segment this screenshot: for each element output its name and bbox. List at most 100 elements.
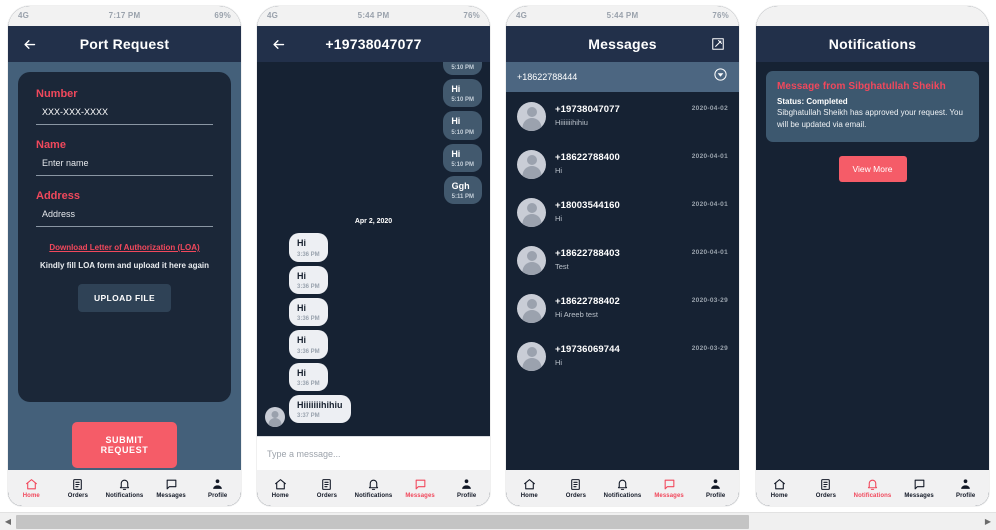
profile-icon (959, 478, 972, 491)
nav-item-profile[interactable]: Profile (443, 478, 490, 499)
nav-item-profile[interactable]: Profile (692, 478, 739, 499)
home-icon (773, 478, 786, 491)
notification-title: Message from Sibghatullah Sheikh (777, 81, 946, 92)
chat-bubble-clipped: 5:10 PM (443, 62, 482, 75)
nav-item-messages[interactable]: Messages (646, 478, 693, 499)
message-item-number: +18622788403 (555, 248, 620, 259)
message-item-preview: Hi (555, 214, 563, 223)
message-list-item[interactable]: +18622788400 Hi 2020-04-01 (506, 140, 739, 188)
address-input[interactable]: Address (36, 209, 213, 227)
home-icon (274, 478, 287, 491)
field-label: Name (36, 139, 66, 151)
message-list-item[interactable]: +18622788402 Hi Areeb test 2020-03-29 (506, 284, 739, 332)
scrollbar-thumb[interactable] (16, 514, 749, 529)
nav-item-profile[interactable]: Profile (942, 478, 989, 499)
nav-item-orders[interactable]: Orders (55, 478, 102, 499)
nav-item-notifications[interactable]: Notifications (350, 478, 397, 499)
status-bar: 4G 5:44 PM 76% (257, 6, 490, 26)
horizontal-scrollbar[interactable]: ◀ ▶ (0, 512, 996, 530)
avatar (517, 150, 546, 179)
nav-item-messages[interactable]: Messages (397, 478, 444, 499)
submit-request-button[interactable]: SUBMIT REQUEST (72, 422, 177, 468)
nav-item-notifications[interactable]: Notifications (101, 478, 148, 499)
nav-label: Orders (565, 492, 587, 499)
chat-bubble-row-out: Hi 5:10 PM (265, 143, 482, 176)
scroll-right-arrow-icon[interactable]: ▶ (980, 513, 996, 530)
chat-bubble-out: Hi 5:10 PM (443, 143, 482, 173)
back-arrow-icon[interactable] (20, 35, 38, 53)
message-item-number: +18622788400 (555, 152, 620, 163)
bubble-time: 5:10 PM (451, 162, 474, 169)
message-list-item[interactable]: +18622788403 Test 2020-04-01 (506, 236, 739, 284)
bottom-nav: Home Orders Notifications Messages Profi… (8, 470, 241, 506)
avatar (517, 198, 546, 227)
message-input-placeholder[interactable]: Type a message... (267, 449, 341, 459)
nav-item-home[interactable]: Home (8, 478, 55, 499)
chat-message-list[interactable]: 5:10 PM Hi 5:10 PM Hi 5:10 PM Hi 5:10 PM… (257, 62, 490, 436)
orders-icon (71, 478, 84, 491)
message-item-number: +18003544160 (555, 200, 620, 211)
scroll-left-arrow-icon[interactable]: ◀ (0, 513, 16, 530)
notification-card[interactable]: Message from Sibghatullah Sheikh Status:… (766, 71, 979, 143)
field-label: Address (36, 190, 81, 202)
nav-label: Profile (955, 492, 976, 499)
chat-contact-number: +19738047077 (325, 36, 422, 52)
back-arrow-icon[interactable] (269, 35, 287, 53)
app-bar-spacer (211, 35, 229, 53)
chat-bubble-out: Hi 5:10 PM (443, 79, 482, 108)
notification-body: Sibghatullah Sheikh has approved your re… (777, 108, 963, 129)
nav-label: Orders (815, 492, 837, 499)
nav-item-home[interactable]: Home (257, 478, 304, 499)
message-composer[interactable]: Type a message... (257, 436, 490, 470)
chat-bubble-row-in: Hi 3:36 PM (265, 233, 482, 265)
message-item-preview: Hi (555, 358, 563, 367)
app-bar: +19738047077 (257, 26, 490, 62)
nav-label: Notifications (105, 492, 144, 499)
status-bar: 4G 7:17 PM 69% (8, 6, 241, 26)
message-list-item[interactable]: +18003544160 Hi 2020-04-01 (506, 188, 739, 236)
bubble-time: 3:37 PM (297, 413, 320, 420)
nav-label: Messages (156, 492, 186, 499)
chat-bubble-row-in: Hiiiiiiihihiu 3:37 PM (265, 395, 482, 428)
message-list-item[interactable]: +19738047077 Hiiiiiiihihiu 2020-04-02 (506, 92, 739, 140)
compose-icon[interactable] (709, 35, 727, 53)
nav-item-home[interactable]: Home (506, 478, 553, 499)
home-icon (523, 478, 536, 491)
avatar (517, 102, 546, 131)
chevron-down-circle-icon[interactable] (713, 67, 728, 87)
bell-icon (866, 478, 879, 491)
phone-port-request: 4G 7:17 PM 69% Port Request Number XXX-X… (8, 6, 241, 506)
nav-item-orders[interactable]: Orders (803, 478, 850, 499)
nav-item-profile[interactable]: Profile (194, 478, 241, 499)
number-input[interactable]: XXX-XXX-XXXX (36, 107, 213, 125)
message-item-main: +18622788400 Hi (555, 150, 683, 175)
name-input[interactable]: Enter name (36, 158, 213, 176)
scrollbar-track[interactable] (16, 513, 980, 530)
view-more-button[interactable]: View More (838, 156, 907, 183)
chat-bubble-row-in: Hi 3:36 PM (265, 265, 482, 298)
nav-label: Notifications (603, 492, 642, 499)
page-title: Port Request (79, 36, 170, 52)
bubble-text: Hi (297, 270, 306, 281)
nav-label: Orders (67, 492, 89, 499)
nav-item-messages[interactable]: Messages (896, 478, 943, 499)
field-name: Name Enter name (36, 139, 213, 176)
nav-label: Messages (904, 492, 934, 499)
message-item-main: +19736069744 Hi (555, 342, 683, 367)
bubble-time: 3:36 PM (297, 381, 320, 388)
nav-item-messages[interactable]: Messages (148, 478, 195, 499)
nav-item-notifications[interactable]: Notifications (849, 478, 896, 499)
message-item-date: 2020-04-01 (691, 201, 728, 208)
number-selector[interactable]: +18622788444 (506, 62, 739, 92)
upload-file-button[interactable]: UPLOAD FILE (77, 284, 172, 312)
notification-status: Status: Completed (777, 97, 848, 106)
download-loa-link[interactable]: Download Letter of Authorization (LOA) (36, 243, 213, 252)
nav-item-orders[interactable]: Orders (304, 478, 351, 499)
nav-item-orders[interactable]: Orders (553, 478, 600, 499)
nav-label: Messages (654, 492, 684, 499)
message-list-item[interactable]: +19736069744 Hi 2020-03-29 (506, 332, 739, 380)
nav-item-notifications[interactable]: Notifications (599, 478, 646, 499)
phone-notifications: Notifications Message from Sibghatullah … (756, 6, 989, 506)
message-item-number: +19736069744 (555, 344, 620, 355)
nav-item-home[interactable]: Home (756, 478, 803, 499)
